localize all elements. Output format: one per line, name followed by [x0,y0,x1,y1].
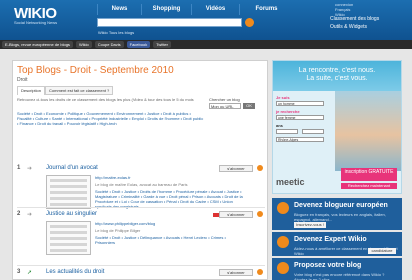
blog-description: Le blog de maître Eolas, avocat au barre… [95,182,188,187]
header-right-links: Classement des blogs Outils & Widgets [330,15,379,31]
blog-tags[interactable]: Société • Droit • Justice • Droits de l'… [95,189,245,209]
share-toolbar: E-Blogs, revue européenne de blogs Wikio… [0,40,412,49]
arrow-up-icon: ➚ [27,270,33,276]
european-blogger-box: Devenez blogueur européen Bloguez en fra… [272,198,402,230]
je-recherche-label: je recherche [276,109,300,114]
blog-title[interactable]: Journal d'un avocat [46,165,98,171]
divider [17,207,265,208]
search-scope[interactable]: Wikio Tous les blogs [98,30,134,35]
arrow-right-icon: ➜ [27,166,33,172]
blog-ranking-link[interactable]: Classement des blogs [330,15,379,23]
rank-number: 1 [17,165,21,171]
blog-title[interactable]: Les actualités du droit [46,269,104,275]
meetic-logo: meetic [276,177,305,187]
blog-tags[interactable]: Société • Droit • Justice • Délinquance … [95,235,245,245]
rss-icon[interactable] [257,211,263,217]
expert-icon [277,236,289,248]
je-suis-select[interactable]: un homme [276,101,324,106]
je-recherche-select[interactable]: une femme [276,115,324,120]
logo-tagline: Social Networking News [14,20,58,25]
age-to-select[interactable] [302,129,324,134]
filter-ok-button[interactable]: OK [243,103,255,109]
region-select[interactable]: Rhône-Alpes [276,137,324,142]
ad-headline-2: La suite, c'est vous. [306,75,368,82]
rss-icon[interactable] [257,269,263,275]
signup-button[interactable]: inscription GRATUITE [341,168,397,181]
toolbar-wikio[interactable]: Wikio [75,41,92,48]
blog-url[interactable]: http://maitre-eolas.fr [95,175,131,180]
search-now-button[interactable]: Recherchez maintenant [341,183,397,189]
site-header: WIKIO Social Networking News News Shoppi… [0,0,412,40]
filter-label: Chercher un blog [209,97,240,102]
category-links[interactable]: Société • Droit • Economie • Politique •… [17,111,205,126]
nav-tab-news[interactable]: News [97,4,141,15]
plus-icon [277,262,289,274]
ad-photo [335,91,401,171]
signup-link[interactable]: Inscrivez-vous ! [294,222,326,228]
candidature-button[interactable]: candidature [368,248,396,254]
arrow-right-icon: ➜ [27,212,33,218]
page-title: Top Blogs - Droit - Septembre 2010 [17,65,174,76]
divider [17,265,265,266]
toolbar-coupe-davis[interactable]: Coupe Davis [94,41,124,48]
ranking-panel: Top Blogs - Droit - Septembre 2010 Droit… [12,60,268,280]
box-text: Votre blog n'est pas encore référencé da… [294,272,385,280]
blog-thumbnail[interactable] [46,221,91,255]
nav-tab-videos[interactable]: Vidéos [191,4,239,15]
widgets-link[interactable]: Outils & Widgets [330,23,379,31]
box-title: Devenez blogueur européen [294,202,388,209]
ad-headline: La rencontre, c'est nous. La suite, c'es… [273,61,401,91]
toolbar-eblogs[interactable]: E-Blogs, revue européenne de blogs [2,41,73,48]
je-suis-label: Je suis [276,95,290,100]
ad-headline-1: La rencontre, c'est nous. [298,67,376,74]
rank-number: 2 [17,211,21,217]
globe-icon [277,202,289,214]
intro-text: Retrouvez ci-tous les droits de ce class… [17,97,194,102]
blog-thumbnail[interactable] [46,175,91,209]
blog-description: Le blog de Philippe Bilger [95,228,141,233]
propose-blog-box: Proposez votre blog Votre blog n'est pas… [272,258,402,280]
search-go-button[interactable] [245,18,254,27]
subscribe-button[interactable]: s'abonner [219,165,253,172]
blog-search-field[interactable]: Mon ou URL [209,103,241,109]
tab-method[interactable]: Comment est fait ce classement ? [45,86,114,95]
blog-url[interactable]: http://www.philippebilger.com/blog [95,221,155,226]
category-label: Droit [17,77,28,83]
rank-number: 3 [17,269,21,275]
nav-tab-forums[interactable]: Forums [239,4,293,15]
rss-icon[interactable] [257,165,263,171]
search-input[interactable] [97,18,242,27]
meetic-ad[interactable]: La rencontre, c'est nous. La suite, c'es… [272,60,402,194]
box-text: Bloguez en français, vos lecteurs en ang… [294,212,386,222]
tabs: Description Comment est fait ce classeme… [17,86,114,95]
age-from-select[interactable] [276,129,298,134]
blog-title[interactable]: Justice au singulier [46,211,97,217]
toolbar-twitter[interactable]: Twitter [153,41,171,48]
subscribe-button[interactable]: s'abonner [219,269,253,276]
age-label: ans [276,123,283,128]
nav-tab-shopping[interactable]: Shopping [141,4,191,15]
box-title: Proposez votre blog [294,262,362,269]
toolbar-facebook[interactable]: Facebook [126,41,151,48]
box-title: Devenez Expert Wikio [294,236,367,243]
tab-description[interactable]: Description [17,86,46,95]
expert-box: Devenez Expert Wikio Aidez-nous à amélio… [272,232,402,256]
subscribe-button[interactable]: s'abonner [219,211,253,218]
